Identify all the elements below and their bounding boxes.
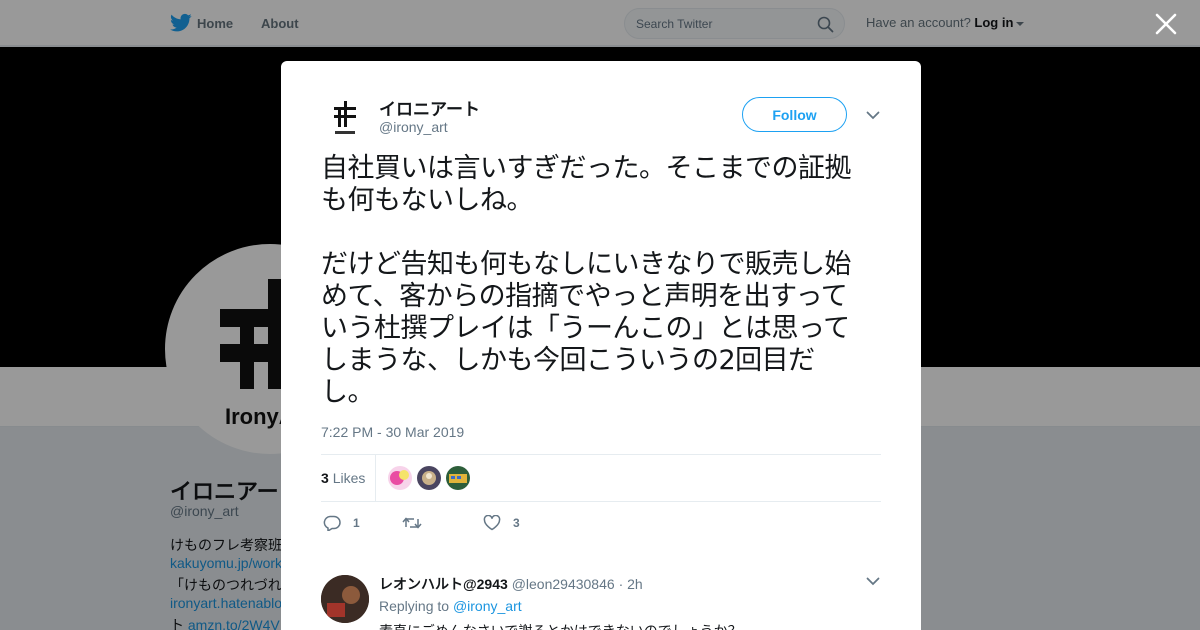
retweet-icon bbox=[402, 517, 422, 529]
like-count: 3 bbox=[513, 516, 520, 530]
tweet-modal: イロニアート @irony_art Follow 自社買いは言いすぎだった。そこ… bbox=[281, 61, 921, 630]
reply-author-handle[interactable]: @leon29430846 bbox=[512, 576, 615, 592]
like-action[interactable]: 3 bbox=[483, 514, 520, 532]
close-icon[interactable] bbox=[1154, 12, 1178, 36]
likes-row: 3 Likes bbox=[321, 454, 881, 502]
follow-button[interactable]: Follow bbox=[742, 97, 847, 132]
reply-time[interactable]: · 2h bbox=[619, 576, 643, 592]
reply-action[interactable]: 1 bbox=[323, 514, 360, 532]
author-handle[interactable]: @irony_art bbox=[379, 119, 448, 135]
reply-author-name[interactable]: レオンハルト@2943 bbox=[379, 576, 508, 592]
tweet-timestamp[interactable]: 7:22 PM - 30 Mar 2019 bbox=[321, 424, 464, 440]
replying-to: Replying to @irony_art bbox=[379, 598, 522, 614]
reply-icon bbox=[323, 515, 341, 531]
reply-author-avatar[interactable] bbox=[321, 575, 369, 623]
likes-count[interactable]: 3 Likes bbox=[321, 470, 365, 486]
liker-avatar[interactable] bbox=[446, 466, 470, 490]
liker-avatar[interactable] bbox=[417, 466, 441, 490]
reply-text: 素直にごめんなさいで謝るとかはできないのでしょうか？ bbox=[379, 621, 742, 630]
author-avatar[interactable] bbox=[321, 95, 369, 143]
reply-header: レオンハルト@2943 @leon29430846 · 2h bbox=[379, 574, 643, 594]
chevron-down-icon[interactable] bbox=[866, 577, 880, 586]
liker-avatar[interactable] bbox=[388, 466, 412, 490]
author-name[interactable]: イロニアート bbox=[379, 95, 480, 120]
tweet-text: 自社買いは言いすぎだった。そこまでの証拠 も何もないしね。 だけど告知も何もなし… bbox=[321, 153, 852, 408]
reply-count: 1 bbox=[353, 516, 360, 530]
chevron-down-icon[interactable] bbox=[866, 111, 880, 120]
retweet-action[interactable] bbox=[402, 514, 434, 532]
replying-handle-link[interactable]: @irony_art bbox=[453, 598, 522, 614]
irony-art-logo-icon bbox=[334, 101, 356, 134]
likes-divider bbox=[375, 455, 376, 502]
heart-icon bbox=[483, 515, 501, 531]
replying-label: Replying to bbox=[379, 598, 450, 614]
